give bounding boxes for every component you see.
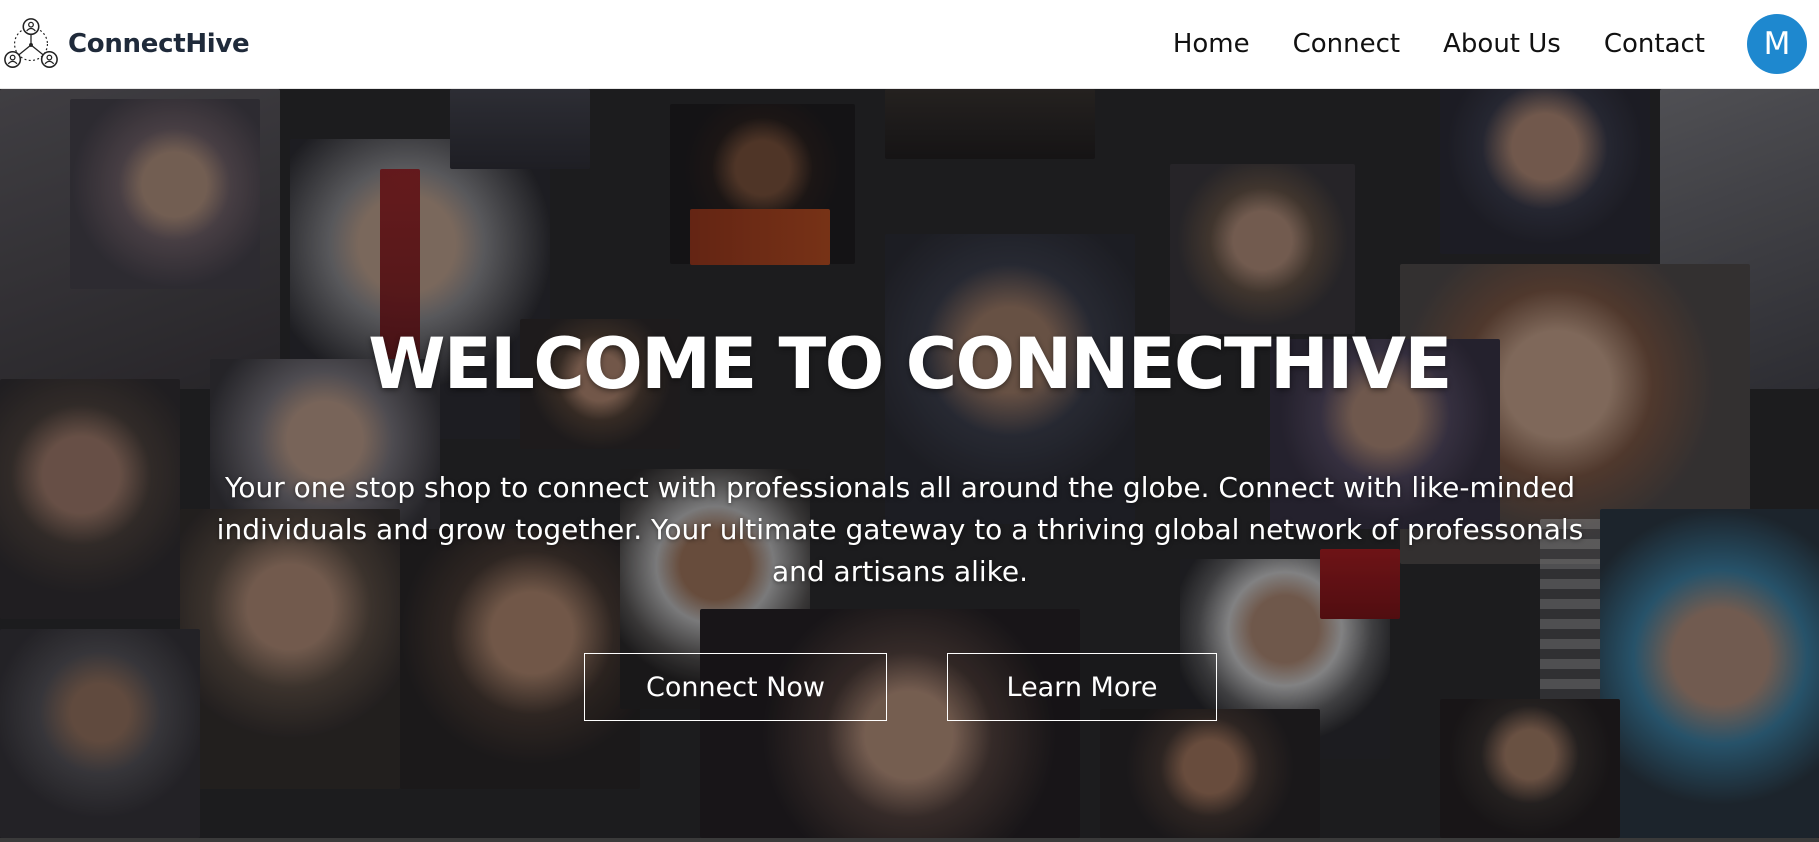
brand[interactable]: ConnectHive	[0, 0, 250, 88]
dark-overlay	[0, 89, 1819, 838]
connect-now-button[interactable]: Connect Now	[584, 653, 887, 721]
hero-section: WELCOME TO CONNECTHIVE Your one stop sho…	[0, 89, 1819, 838]
nav-link-about-us[interactable]: About Us	[1443, 29, 1561, 59]
nav-link-home[interactable]: Home	[1173, 29, 1250, 59]
bottom-strip	[0, 838, 1819, 842]
collage-of-smiling-people-photo	[0, 89, 1819, 838]
nav-link-contact[interactable]: Contact	[1604, 29, 1705, 59]
hero-title: WELCOME TO CONNECTHIVE	[368, 323, 1452, 405]
hero-subtitle: Your one stop shop to connect with profe…	[216, 471, 1584, 588]
top-navbar: ConnectHive Home Connect About Us Contac…	[0, 0, 1819, 89]
user-avatar[interactable]: M	[1747, 14, 1807, 74]
learn-more-button[interactable]: Learn More	[947, 653, 1217, 721]
brand-name: ConnectHive	[68, 29, 250, 59]
network-people-icon	[4, 18, 58, 68]
nav-link-connect[interactable]: Connect	[1293, 29, 1401, 59]
main-nav: Home Connect About Us Contact M	[1130, 0, 1807, 88]
